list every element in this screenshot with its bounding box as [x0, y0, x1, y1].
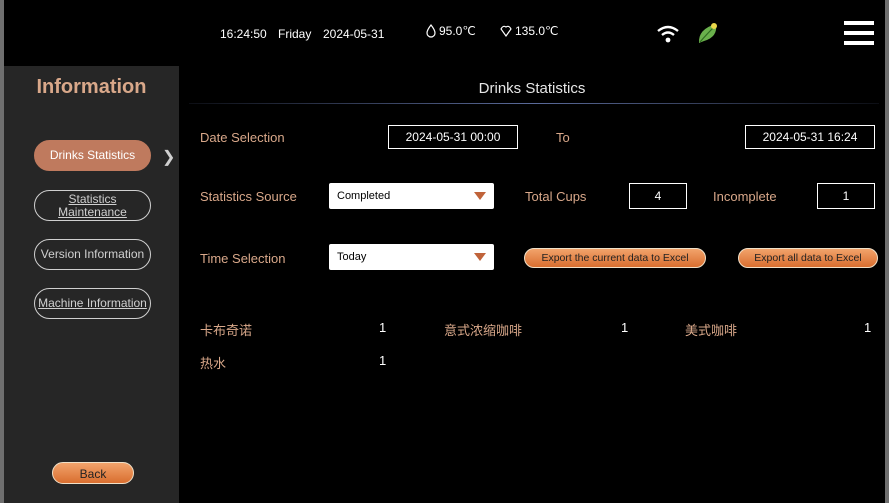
frame-right: [885, 0, 889, 503]
wifi-icon: [657, 25, 679, 43]
date-to-field[interactable]: 2024-05-31 16:24: [745, 125, 875, 149]
title-divider: [189, 103, 879, 104]
date-selection-label: Date Selection: [200, 130, 285, 145]
drink-count: 1: [379, 320, 387, 335]
dropdown-arrow-icon: [474, 253, 486, 261]
total-cups-value: 4: [629, 183, 687, 209]
sidebar: Information Drinks Statistics ❯ Statisti…: [4, 66, 179, 503]
statistics-source-label: Statistics Source: [200, 189, 297, 204]
sidebar-item-drinks-statistics[interactable]: Drinks Statistics: [34, 140, 151, 171]
incomplete-value: 1: [817, 183, 875, 209]
to-label: To: [556, 130, 570, 145]
statistics-source-select[interactable]: Completed: [329, 183, 494, 209]
water-temperature-value: 95.0℃: [439, 24, 476, 38]
drink-name: 意式浓缩咖啡: [444, 323, 523, 338]
drink-name: 热水: [200, 356, 227, 371]
time-selection-value: Today: [337, 251, 367, 263]
statistics-source-value: Completed: [337, 190, 391, 202]
time-selection-label: Time Selection: [200, 251, 286, 266]
clock-time: 16:24:50: [220, 27, 267, 41]
steam-temperature-value: 135.0℃: [515, 24, 559, 38]
leaf-icon: [698, 23, 717, 43]
drink-count: 1: [621, 320, 629, 335]
sidebar-item-statistics-maintenance[interactable]: Statistics Maintenance: [34, 190, 151, 221]
page-title: Drinks Statistics: [478, 80, 586, 97]
incomplete-label: Incomplete: [713, 189, 777, 204]
drink-name: 卡布奇诺: [200, 323, 253, 338]
date-from-field[interactable]: 2024-05-31 00:00: [388, 125, 518, 149]
export-all-button[interactable]: Export all data to Excel: [738, 248, 878, 268]
sidebar-title: Information: [36, 76, 147, 98]
export-current-button[interactable]: Export the current data to Excel: [524, 248, 706, 268]
main-panel: Drinks Statistics Date Selection 2024-05…: [179, 66, 885, 503]
drink-count: 1: [864, 320, 872, 335]
status-bar: 16:24:50 Friday 2024-05-31 95.0℃ 135.0℃: [4, 0, 885, 66]
date: 2024-05-31: [323, 27, 385, 41]
drink-count: 1: [379, 353, 387, 368]
weekday: Friday: [278, 27, 312, 41]
sidebar-item-version-information[interactable]: Version Information: [34, 239, 151, 270]
steam-temperature: 135.0℃: [499, 24, 559, 38]
time-selection-select[interactable]: Today: [329, 244, 494, 270]
hamburger-menu-icon[interactable]: [844, 21, 874, 45]
steam-icon: [500, 25, 512, 38]
water-drop-icon: [426, 24, 436, 38]
chevron-right-icon: ❯: [162, 149, 176, 166]
water-temperature: 95.0℃: [425, 24, 476, 38]
back-button[interactable]: Back: [52, 462, 134, 484]
sidebar-item-machine-information[interactable]: Machine Information: [34, 288, 151, 319]
drink-name: 美式咖啡: [685, 323, 738, 338]
dropdown-arrow-icon: [474, 192, 486, 200]
total-cups-label: Total Cups: [525, 189, 587, 204]
